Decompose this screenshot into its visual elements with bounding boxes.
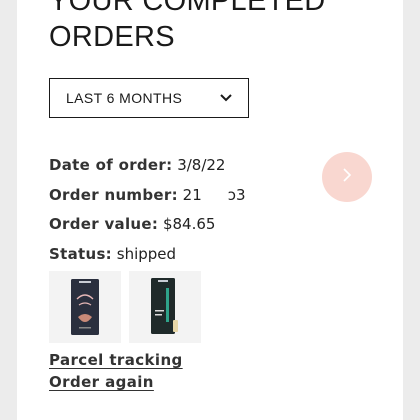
order-value-row: Order value: $84.65 bbox=[49, 210, 246, 240]
order-status-value: shipped bbox=[116, 244, 177, 263]
order-number-suffix: ɔ3 bbox=[227, 185, 246, 204]
order-date-value: 3/8/22 bbox=[177, 156, 226, 174]
order-details: Date of order: 3/8/22 Order number: 21 ɔ3… bbox=[49, 151, 246, 269]
order-date-label: Date of order: bbox=[49, 156, 173, 174]
product-box-icon bbox=[71, 279, 99, 335]
parcel-tracking-link[interactable]: Parcel tracking bbox=[49, 351, 183, 369]
product-box-icon bbox=[151, 278, 178, 334]
chevron-down-icon bbox=[220, 92, 232, 104]
order-status-row: Status: shipped bbox=[49, 240, 246, 270]
order-value-amount: $84.65 bbox=[162, 215, 216, 233]
product-thumbnail[interactable] bbox=[49, 271, 121, 343]
product-thumbnail[interactable] bbox=[129, 271, 201, 343]
page-title: YOUR COMPLETED ORDERS bbox=[49, 0, 326, 53]
order-again-link[interactable]: Order again bbox=[49, 373, 154, 391]
chevron-right-icon bbox=[342, 167, 352, 187]
order-value-label: Order value: bbox=[49, 215, 159, 233]
order-card: YOUR COMPLETED ORDERS LAST 6 MONTHS Date… bbox=[17, 0, 403, 420]
order-number-prefix: 21 bbox=[182, 185, 202, 204]
order-number-redaction bbox=[201, 189, 228, 201]
order-number-row: Order number: 21 ɔ3 bbox=[49, 181, 246, 211]
order-number-label: Order number: bbox=[49, 185, 178, 204]
order-date-row: Date of order: 3/8/22 bbox=[49, 151, 246, 181]
order-status-label: Status: bbox=[49, 244, 112, 263]
period-filter-select[interactable]: LAST 6 MONTHS bbox=[49, 78, 249, 118]
period-filter-value: LAST 6 MONTHS bbox=[66, 90, 183, 106]
next-order-button[interactable] bbox=[322, 152, 372, 202]
